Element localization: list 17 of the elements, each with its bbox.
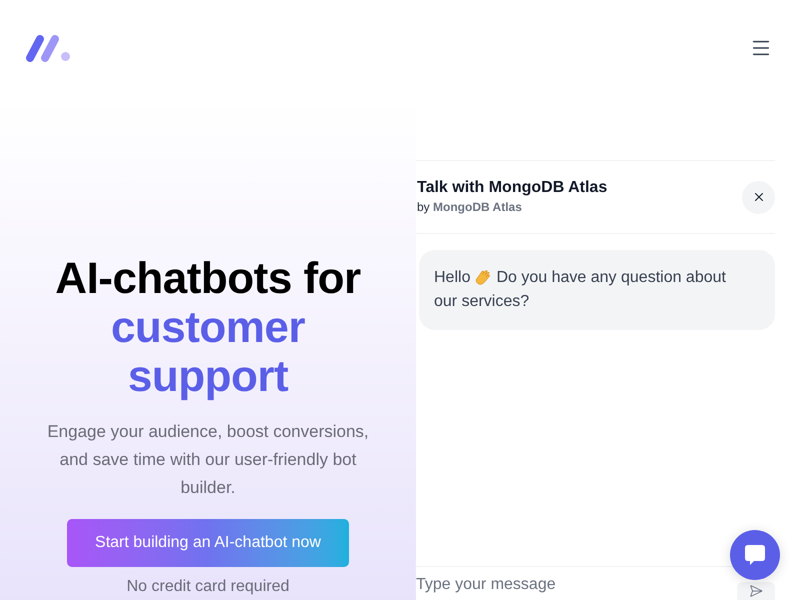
send-button[interactable] <box>737 582 775 600</box>
chat-bubble-icon <box>744 544 766 566</box>
hero-subtitle: Engage your audience, boost conversions, and save time with our user-friendly bot builder. <box>46 421 370 499</box>
logo-icon[interactable] <box>25 34 71 62</box>
message-input[interactable]: Type your message <box>416 570 737 600</box>
chat-byline: by MongoDB Atlas <box>417 199 523 216</box>
headline-highlight: customer support <box>110 303 306 401</box>
close-button[interactable] <box>742 180 775 214</box>
no-credit-card-note: No credit card required <box>126 577 290 597</box>
send-icon <box>749 584 763 598</box>
message-text: Do you have any question about <box>496 268 726 288</box>
waving-hand-icon <box>474 269 492 287</box>
message-greeting: Hello <box>434 268 470 288</box>
message-text: our services? <box>434 292 530 312</box>
cta-button[interactable]: Start building an AI-chatbot now <box>67 519 349 567</box>
headline-text: AI-chatbots for <box>55 254 361 303</box>
chat-title: Talk with MongoDB Atlas <box>417 178 608 198</box>
